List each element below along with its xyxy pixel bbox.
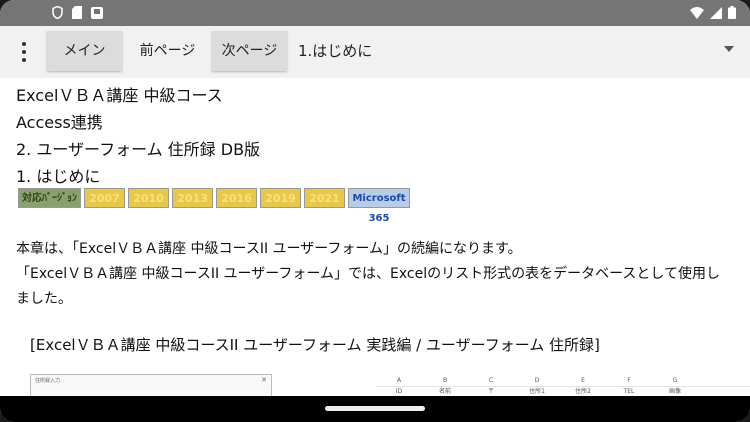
status-icons-right bbox=[690, 6, 736, 19]
next-page-button[interactable]: 次ページ bbox=[212, 31, 287, 71]
version-badge-2007: 2007 bbox=[84, 188, 125, 208]
support-version-badge: 対応ﾊﾞｰｼﾞｮﾝ bbox=[18, 188, 81, 208]
status-bar bbox=[0, 0, 750, 26]
section-title: Access連携 bbox=[16, 113, 103, 132]
shield-icon bbox=[52, 6, 63, 19]
main-button[interactable]: メイン bbox=[47, 31, 122, 71]
col-e: E bbox=[581, 377, 585, 384]
version-badge-2021: 2021 bbox=[304, 188, 345, 208]
page-title: 1. はじめに bbox=[16, 167, 101, 186]
chapter-title: 2. ユーザーフォーム 住所録 DB版 bbox=[16, 140, 261, 159]
version-badge-2013: 2013 bbox=[172, 188, 213, 208]
hdr-address1: 住所1 bbox=[529, 388, 545, 395]
intro-paragraph-line2: 「ExcelＶＢＡ講座 中級コースII ユーザーフォーム」では、Excelのリス… bbox=[16, 266, 720, 282]
version-badges: 対応ﾊﾞｰｼﾞｮﾝ 2007 2010 2013 2016 2019 2021 … bbox=[18, 188, 410, 224]
close-icon: ✕ bbox=[261, 376, 267, 384]
home-gesture-handle[interactable] bbox=[325, 406, 425, 411]
column-letter-row: A B C D E F G bbox=[376, 376, 750, 387]
chevron-down-icon[interactable] bbox=[724, 46, 734, 52]
course-title: ExcelＶＢＡ講座 中級コース bbox=[16, 86, 223, 105]
col-c: C bbox=[488, 377, 494, 384]
dialog-title: 住所録入力 bbox=[35, 378, 61, 384]
battery-icon bbox=[728, 6, 736, 19]
intro-paragraph-line1: 本章は、「ExcelＶＢＡ講座 中級コースII ユーザーフォーム」の続編になりま… bbox=[16, 241, 522, 257]
hdr-address2: 住所2 bbox=[575, 388, 591, 395]
toolbar: メイン 前ページ 次ページ 1.はじめに bbox=[0, 26, 750, 78]
hdr-tel: TEL bbox=[623, 388, 635, 395]
status-icons-left bbox=[52, 6, 103, 19]
header-row: ID 名前 〒 住所1 住所2 TEL 画像 bbox=[376, 387, 750, 396]
version-badge-2016: 2016 bbox=[216, 188, 257, 208]
navigation-bar bbox=[0, 396, 750, 422]
version-badge-m365: Microsoft 365 bbox=[348, 188, 410, 224]
hdr-name: 名前 bbox=[438, 388, 451, 395]
col-g: G bbox=[672, 377, 678, 384]
overflow-menu-icon[interactable] bbox=[14, 40, 34, 64]
col-a: A bbox=[396, 377, 402, 384]
app-window: メイン 前ページ 次ページ 1.はじめに ExcelＶＢＡ講座 中級コース Ac… bbox=[0, 0, 750, 422]
chapter-selector[interactable]: 1.はじめに bbox=[298, 31, 372, 71]
version-badge-2010: 2010 bbox=[128, 188, 169, 208]
col-f: F bbox=[627, 377, 631, 384]
col-b: B bbox=[442, 377, 448, 384]
signal-icon bbox=[710, 6, 722, 19]
col-d: D bbox=[534, 377, 540, 384]
hdr-zip: 〒 bbox=[487, 388, 494, 395]
figure-caption: [ExcelＶＢＡ講座 中級コースII ユーザーフォーム 実践編 / ユーザーフ… bbox=[30, 336, 600, 354]
hdr-id: ID bbox=[395, 388, 403, 395]
wifi-icon bbox=[690, 6, 704, 19]
spreadsheet-thumbnail: A B C D E F G ID 名前 〒 住所1 住所2 TEL 画像 bbox=[376, 376, 750, 396]
page-content: ExcelＶＢＡ講座 中級コース Access連携 2. ユーザーフォーム 住所… bbox=[0, 78, 750, 396]
prev-page-button[interactable]: 前ページ bbox=[130, 31, 205, 71]
sd-card-icon bbox=[72, 6, 82, 19]
version-badge-2019: 2019 bbox=[260, 188, 301, 208]
userform-thumbnail: 住所録入力 ✕ bbox=[30, 374, 272, 396]
app-notification-icon bbox=[91, 7, 103, 19]
intro-paragraph-line3: ました。 bbox=[16, 291, 72, 307]
hdr-image: 画像 bbox=[668, 388, 681, 395]
